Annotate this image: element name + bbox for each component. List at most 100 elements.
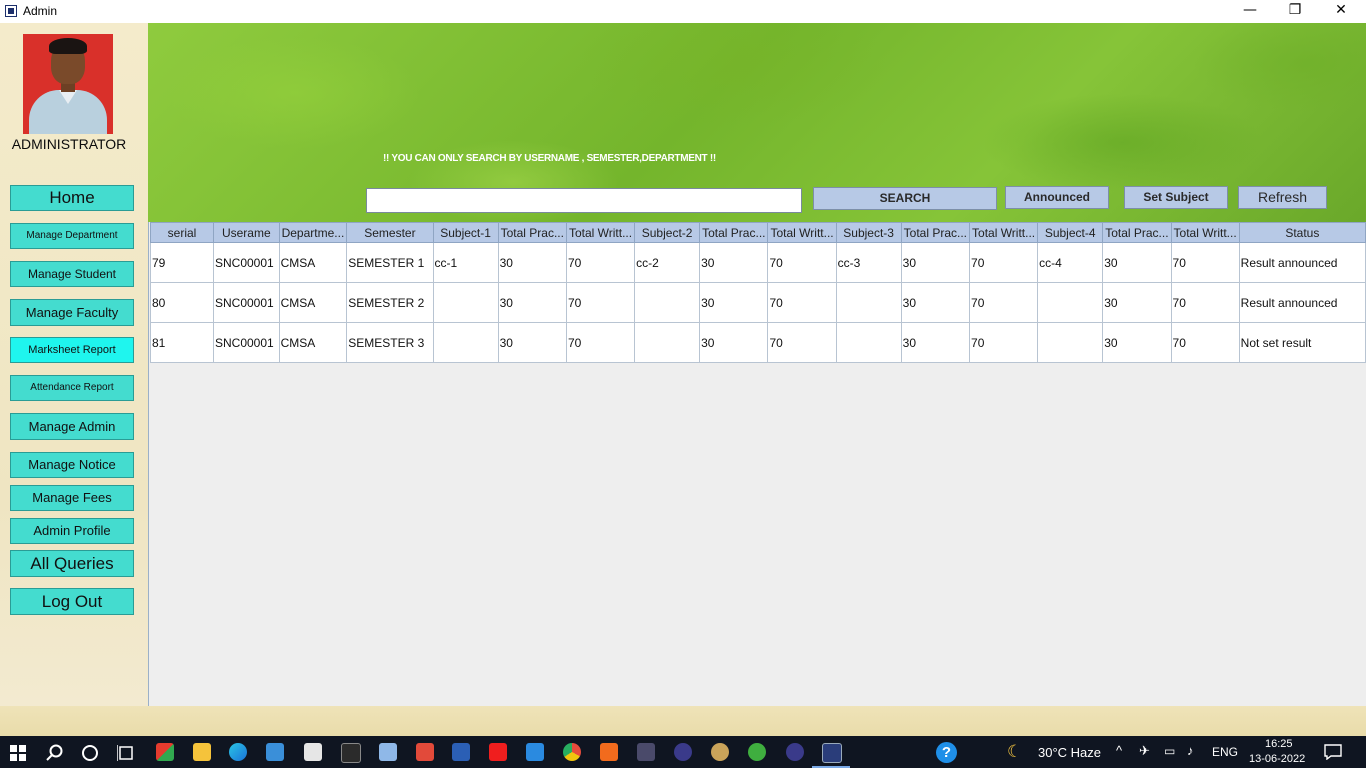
table-cell[interactable]: CMSA bbox=[278, 242, 348, 283]
chrome-icon[interactable] bbox=[563, 743, 581, 761]
word-icon[interactable] bbox=[452, 743, 470, 761]
clock-time[interactable]: 16:25 bbox=[1265, 738, 1293, 750]
db-browser-icon[interactable] bbox=[637, 743, 655, 761]
sidebar-item-all-queries[interactable]: All Queries bbox=[10, 550, 134, 577]
table-cell[interactable]: 70 bbox=[565, 282, 636, 323]
pdf-icon[interactable] bbox=[416, 743, 434, 761]
table-cell[interactable]: 30 bbox=[699, 282, 769, 323]
table-cell[interactable]: 30 bbox=[1102, 322, 1172, 363]
sidebar-item-manage-department[interactable]: Manage Department bbox=[10, 223, 134, 249]
desktop-icon[interactable] bbox=[266, 743, 284, 761]
table-cell[interactable]: CMSA bbox=[278, 322, 348, 363]
table-row[interactable]: 81 SNC00001 CMSA SEMESTER 3 30 70 30 70 30 70 30 70… bbox=[150, 322, 1366, 363]
table-cell[interactable]: 30 bbox=[699, 242, 769, 283]
sidebar-item-marksheet-report[interactable]: Marksheet Report bbox=[10, 337, 134, 363]
vscode-icon[interactable] bbox=[526, 743, 544, 761]
sidebar-item-attendance-report[interactable]: Attendance Report bbox=[10, 375, 134, 401]
eclipse-icon[interactable] bbox=[674, 743, 692, 761]
table-cell[interactable]: SEMESTER 1 bbox=[346, 242, 434, 283]
refresh-button[interactable]: Refresh bbox=[1238, 186, 1327, 209]
table-cell[interactable]: CMSA bbox=[278, 282, 348, 323]
utorrent-icon[interactable] bbox=[748, 743, 766, 761]
announced-button[interactable]: Announced bbox=[1005, 186, 1109, 209]
table-cell[interactable] bbox=[634, 322, 701, 363]
table-cell[interactable]: SNC00001 bbox=[213, 242, 280, 283]
table-cell[interactable] bbox=[835, 282, 902, 323]
search-icon[interactable] bbox=[46, 744, 64, 762]
table-cell[interactable]: cc-1 bbox=[432, 242, 499, 283]
clock-date[interactable]: 13-06-2022 bbox=[1249, 753, 1305, 765]
sidebar-item-manage-admin[interactable]: Manage Admin bbox=[10, 413, 134, 440]
table-cell[interactable]: SEMESTER 3 bbox=[346, 322, 434, 363]
column-header[interactable]: Total Writt... bbox=[565, 222, 636, 243]
table-cell[interactable]: SNC00001 bbox=[213, 322, 280, 363]
table-cell[interactable]: Result announced bbox=[1238, 282, 1366, 323]
column-header[interactable]: serial bbox=[150, 222, 214, 243]
table-cell[interactable]: 30 bbox=[497, 282, 567, 323]
sidebar-item-manage-student[interactable]: Manage Student bbox=[10, 261, 134, 287]
table-cell[interactable]: 30 bbox=[497, 322, 567, 363]
search-input[interactable] bbox=[366, 188, 802, 213]
column-header[interactable]: Total Prac... bbox=[699, 222, 769, 243]
column-header[interactable]: Total Prac... bbox=[497, 222, 567, 243]
set-subject-button[interactable]: Set Subject bbox=[1124, 186, 1228, 209]
column-header[interactable]: Total Prac... bbox=[900, 222, 971, 243]
table-cell[interactable]: 30 bbox=[900, 322, 971, 363]
cortana-icon[interactable] bbox=[81, 744, 99, 762]
java-app-icon[interactable] bbox=[822, 743, 842, 763]
table-cell[interactable]: 30 bbox=[1102, 282, 1172, 323]
table-cell[interactable] bbox=[835, 322, 902, 363]
table-cell[interactable]: 70 bbox=[969, 282, 1039, 323]
minimize-button[interactable]: — bbox=[1227, 0, 1273, 23]
xampp-icon[interactable] bbox=[600, 743, 618, 761]
chevron-up-icon[interactable]: ^ bbox=[1116, 743, 1122, 758]
table-cell[interactable]: 80 bbox=[150, 282, 214, 323]
table-cell[interactable]: 70 bbox=[1170, 242, 1240, 283]
notification-icon[interactable] bbox=[1324, 744, 1342, 760]
language-indicator[interactable]: ENG bbox=[1212, 745, 1238, 759]
table-cell[interactable]: 70 bbox=[565, 242, 636, 283]
table-cell[interactable]: 30 bbox=[900, 282, 971, 323]
table-cell[interactable]: 70 bbox=[969, 322, 1039, 363]
windows-start-icon[interactable] bbox=[10, 745, 26, 761]
column-header[interactable]: Subject-4 bbox=[1037, 222, 1104, 243]
logout-button[interactable]: Log Out bbox=[10, 588, 134, 615]
table-cell[interactable] bbox=[1037, 282, 1104, 323]
table-cell[interactable]: SEMESTER 2 bbox=[346, 282, 434, 323]
store-icon[interactable] bbox=[156, 743, 174, 761]
paint-icon[interactable] bbox=[711, 743, 729, 761]
sidebar-item-home[interactable]: Home bbox=[10, 185, 134, 211]
volume-icon[interactable]: ♪ bbox=[1187, 743, 1194, 758]
sidebar-item-manage-fees[interactable]: Manage Fees bbox=[10, 485, 134, 511]
column-header[interactable]: Departme... bbox=[278, 222, 348, 243]
column-header[interactable]: Subject-3 bbox=[835, 222, 902, 243]
table-cell[interactable]: cc-4 bbox=[1037, 242, 1104, 283]
table-cell[interactable]: 30 bbox=[497, 242, 567, 283]
table-row[interactable]: 79 SNC00001 CMSA SEMESTER 1 cc-1 30 70 cc-2 30 70… bbox=[150, 242, 1366, 283]
column-header[interactable]: Total Writt... bbox=[767, 222, 837, 243]
moon-weather-icon[interactable]: ☾ bbox=[1007, 742, 1022, 762]
table-cell[interactable]: 81 bbox=[150, 322, 214, 363]
help-icon[interactable]: ? bbox=[936, 742, 957, 763]
terminal-icon[interactable] bbox=[341, 743, 361, 763]
column-header[interactable]: Subject-2 bbox=[634, 222, 701, 243]
notepad-icon[interactable] bbox=[379, 743, 397, 761]
table-cell[interactable]: SNC00001 bbox=[213, 282, 280, 323]
table-cell[interactable]: 70 bbox=[1170, 322, 1240, 363]
table-cell[interactable]: 70 bbox=[565, 322, 636, 363]
table-cell[interactable] bbox=[432, 322, 499, 363]
network-icon[interactable]: ✈ bbox=[1139, 743, 1150, 759]
youtube-icon[interactable] bbox=[489, 743, 507, 761]
table-cell[interactable]: cc-3 bbox=[835, 242, 902, 283]
table-cell[interactable]: cc-2 bbox=[634, 242, 701, 283]
column-header[interactable]: Total Writt... bbox=[1170, 222, 1240, 243]
column-header[interactable]: Status bbox=[1238, 222, 1366, 243]
mail-icon[interactable] bbox=[304, 743, 322, 761]
sidebar-item-admin-profile[interactable]: Admin Profile bbox=[10, 518, 134, 544]
restore-button[interactable]: ❐ bbox=[1272, 0, 1318, 23]
table-cell[interactable]: Not set result bbox=[1238, 322, 1366, 363]
search-button[interactable]: SEARCH bbox=[813, 187, 997, 210]
battery-icon[interactable]: ▭ bbox=[1164, 744, 1175, 758]
table-cell[interactable]: 30 bbox=[900, 242, 971, 283]
table-cell[interactable] bbox=[432, 282, 499, 323]
